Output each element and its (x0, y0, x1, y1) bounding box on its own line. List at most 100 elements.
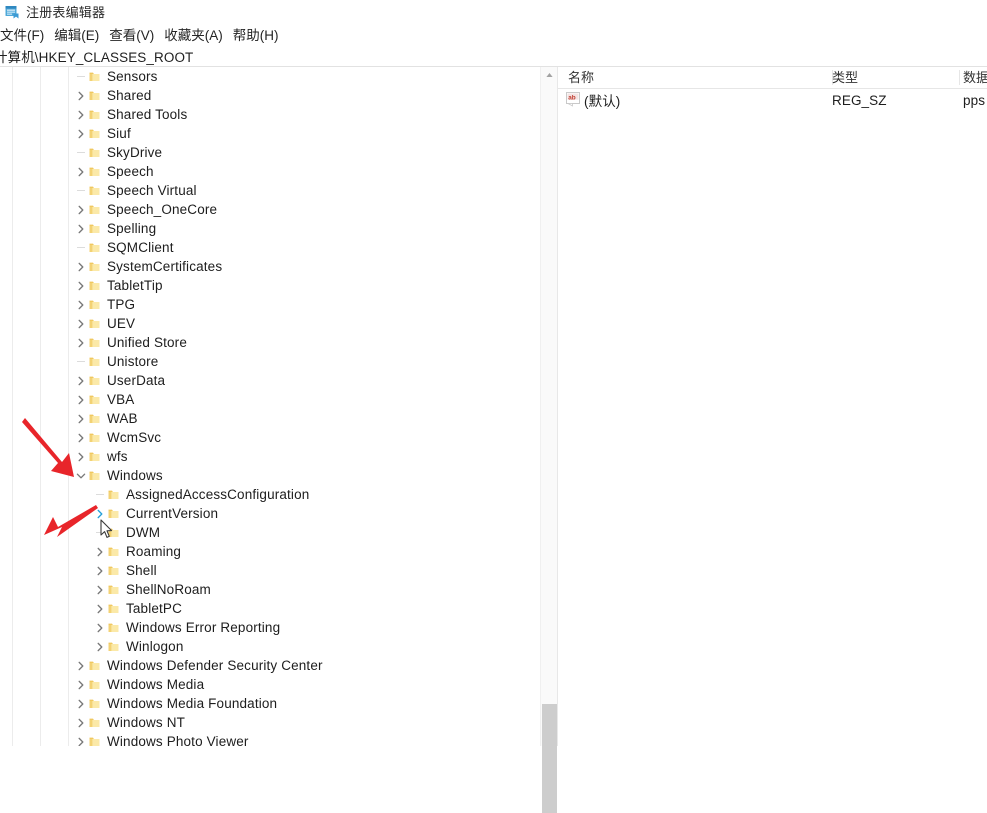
tree-item-sqmclient[interactable]: SQMClient (0, 238, 537, 257)
chevron-right-icon[interactable] (91, 618, 107, 637)
tree-item-unistore[interactable]: Unistore (0, 352, 537, 371)
tree-vertical-scrollbar[interactable] (540, 67, 558, 813)
tree-item-label: Winlogon (126, 639, 184, 654)
chevron-right-icon[interactable] (72, 333, 88, 352)
chevron-right-icon[interactable] (72, 409, 88, 428)
tree-item-windows-nt[interactable]: Windows NT (0, 713, 537, 732)
folder-icon (88, 276, 101, 295)
chevron-right-icon[interactable] (91, 504, 107, 523)
chevron-right-icon[interactable] (72, 656, 88, 675)
tree-item-tabletpc[interactable]: TabletPC (0, 599, 537, 618)
tree-item-speech-virtual[interactable]: Speech Virtual (0, 181, 537, 200)
folder-icon (107, 542, 120, 561)
folder-icon (107, 580, 120, 599)
chevron-right-icon[interactable] (72, 276, 88, 295)
tree-item-label: wfs (107, 449, 128, 464)
column-name[interactable]: 名称 (560, 67, 832, 88)
menu-help[interactable]: 帮助(H) (228, 23, 284, 45)
tree-item-wab[interactable]: WAB (0, 409, 537, 428)
tree-item-label: Shared (107, 88, 152, 103)
chevron-right-icon[interactable] (72, 257, 88, 276)
tree-item-label: Speech_OneCore (107, 202, 218, 217)
tree-item-uev[interactable]: UEV (0, 314, 537, 333)
menu-view[interactable]: 查看(V) (104, 23, 159, 45)
folder-icon (88, 67, 101, 86)
chevron-right-icon[interactable] (91, 561, 107, 580)
folder-icon (88, 732, 101, 746)
chevron-right-icon[interactable] (91, 542, 107, 561)
tree-item-label: Windows Media Foundation (107, 696, 278, 711)
chevron-right-icon[interactable] (72, 219, 88, 238)
chevron-right-icon[interactable] (91, 599, 107, 618)
tree-item-label: Speech Virtual (107, 183, 197, 198)
registry-tree-pane[interactable]: Sensors Shared Shared Tools Siuf SkyDrive Spe… (0, 67, 537, 746)
tree-item-windows-media-foundation[interactable]: Windows Media Foundation (0, 694, 537, 713)
menu-file[interactable]: 文件(F) (0, 23, 49, 45)
tree-item-dwm[interactable]: DWM (0, 523, 537, 542)
chevron-right-icon[interactable] (72, 200, 88, 219)
folder-icon (88, 295, 101, 314)
table-row[interactable]: ab (默认) REG_SZ pps (558, 89, 987, 111)
menu-edit[interactable]: 编辑(E) (49, 23, 104, 45)
tree-item-spelling[interactable]: Spelling (0, 219, 537, 238)
tree-item-siuf[interactable]: Siuf (0, 124, 537, 143)
column-type[interactable]: 类型 (824, 67, 959, 88)
chevron-right-icon[interactable] (72, 694, 88, 713)
menu-favorites[interactable]: 收藏夹(A) (159, 23, 228, 45)
tree-item-windows[interactable]: Windows (0, 466, 537, 485)
chevron-right-icon[interactable] (72, 105, 88, 124)
tree-item-currentversion[interactable]: CurrentVersion (0, 504, 537, 523)
tree-item-tablettip[interactable]: TabletTip (0, 276, 537, 295)
chevron-right-icon[interactable] (72, 295, 88, 314)
tree-item-vba[interactable]: VBA (0, 390, 537, 409)
chevron-right-icon[interactable] (72, 447, 88, 466)
tree-item-windows-photo-viewer[interactable]: Windows Photo Viewer (0, 732, 537, 746)
scroll-up-arrow-icon[interactable] (541, 67, 558, 84)
registry-values-pane[interactable]: 名称 类型 数据 ab (默认) REG_SZ pps (558, 67, 987, 746)
column-data[interactable]: 数据 (955, 67, 987, 88)
chevron-right-icon[interactable] (72, 314, 88, 333)
tree-item-winlogon[interactable]: Winlogon (0, 637, 537, 656)
tree-item-windows-defender-security-center[interactable]: Windows Defender Security Center (0, 656, 537, 675)
tree-item-shared[interactable]: Shared (0, 86, 537, 105)
tree-item-speech[interactable]: Speech (0, 162, 537, 181)
tree-item-windows-error-reporting[interactable]: Windows Error Reporting (0, 618, 537, 637)
chevron-right-icon[interactable] (72, 732, 88, 746)
address-bar[interactable]: 计算机\HKEY_CLASSES_ROOT (0, 45, 987, 67)
chevron-right-icon[interactable] (91, 580, 107, 599)
list-column-header: 名称 类型 数据 (558, 67, 987, 89)
chevron-right-icon[interactable] (72, 124, 88, 143)
chevron-right-icon[interactable] (72, 675, 88, 694)
tree-item-userdata[interactable]: UserData (0, 371, 537, 390)
tree-item-label: WAB (107, 411, 138, 426)
chevron-right-icon[interactable] (72, 162, 88, 181)
tree-item-shell[interactable]: Shell (0, 561, 537, 580)
chevron-right-icon[interactable] (72, 428, 88, 447)
folder-icon (88, 143, 101, 162)
tree-item-systemcertificates[interactable]: SystemCertificates (0, 257, 537, 276)
tree-item-sensors[interactable]: Sensors (0, 67, 537, 86)
chevron-right-icon[interactable] (72, 371, 88, 390)
main-content: Sensors Shared Shared Tools Siuf SkyDrive Spe… (0, 67, 987, 813)
tree-item-unified-store[interactable]: Unified Store (0, 333, 537, 352)
tree-item-assignedaccessconfiguration[interactable]: AssignedAccessConfiguration (0, 485, 537, 504)
tree-item-roaming[interactable]: Roaming (0, 542, 537, 561)
tree-item-windows-media[interactable]: Windows Media (0, 675, 537, 694)
chevron-right-icon[interactable] (91, 637, 107, 656)
tree-item-label: DWM (126, 525, 161, 540)
tree-item-tpg[interactable]: TPG (0, 295, 537, 314)
tree-item-shellnoroam[interactable]: ShellNoRoam (0, 580, 537, 599)
chevron-down-icon[interactable] (72, 466, 88, 485)
tree-item-shared-tools[interactable]: Shared Tools (0, 105, 537, 124)
chevron-right-icon[interactable] (72, 86, 88, 105)
tree-item-wfs[interactable]: wfs (0, 447, 537, 466)
chevron-right-icon[interactable] (72, 390, 88, 409)
tree-item-speech-onecore[interactable]: Speech_OneCore (0, 200, 537, 219)
tree-item-label: Roaming (126, 544, 182, 559)
tree-item-skydrive[interactable]: SkyDrive (0, 143, 537, 162)
folder-icon (88, 86, 101, 105)
tree-item-label: CurrentVersion (126, 506, 219, 521)
tree-item-wcmsvc[interactable]: WcmSvc (0, 428, 537, 447)
scrollbar-thumb[interactable] (542, 704, 557, 813)
chevron-right-icon[interactable] (72, 713, 88, 732)
